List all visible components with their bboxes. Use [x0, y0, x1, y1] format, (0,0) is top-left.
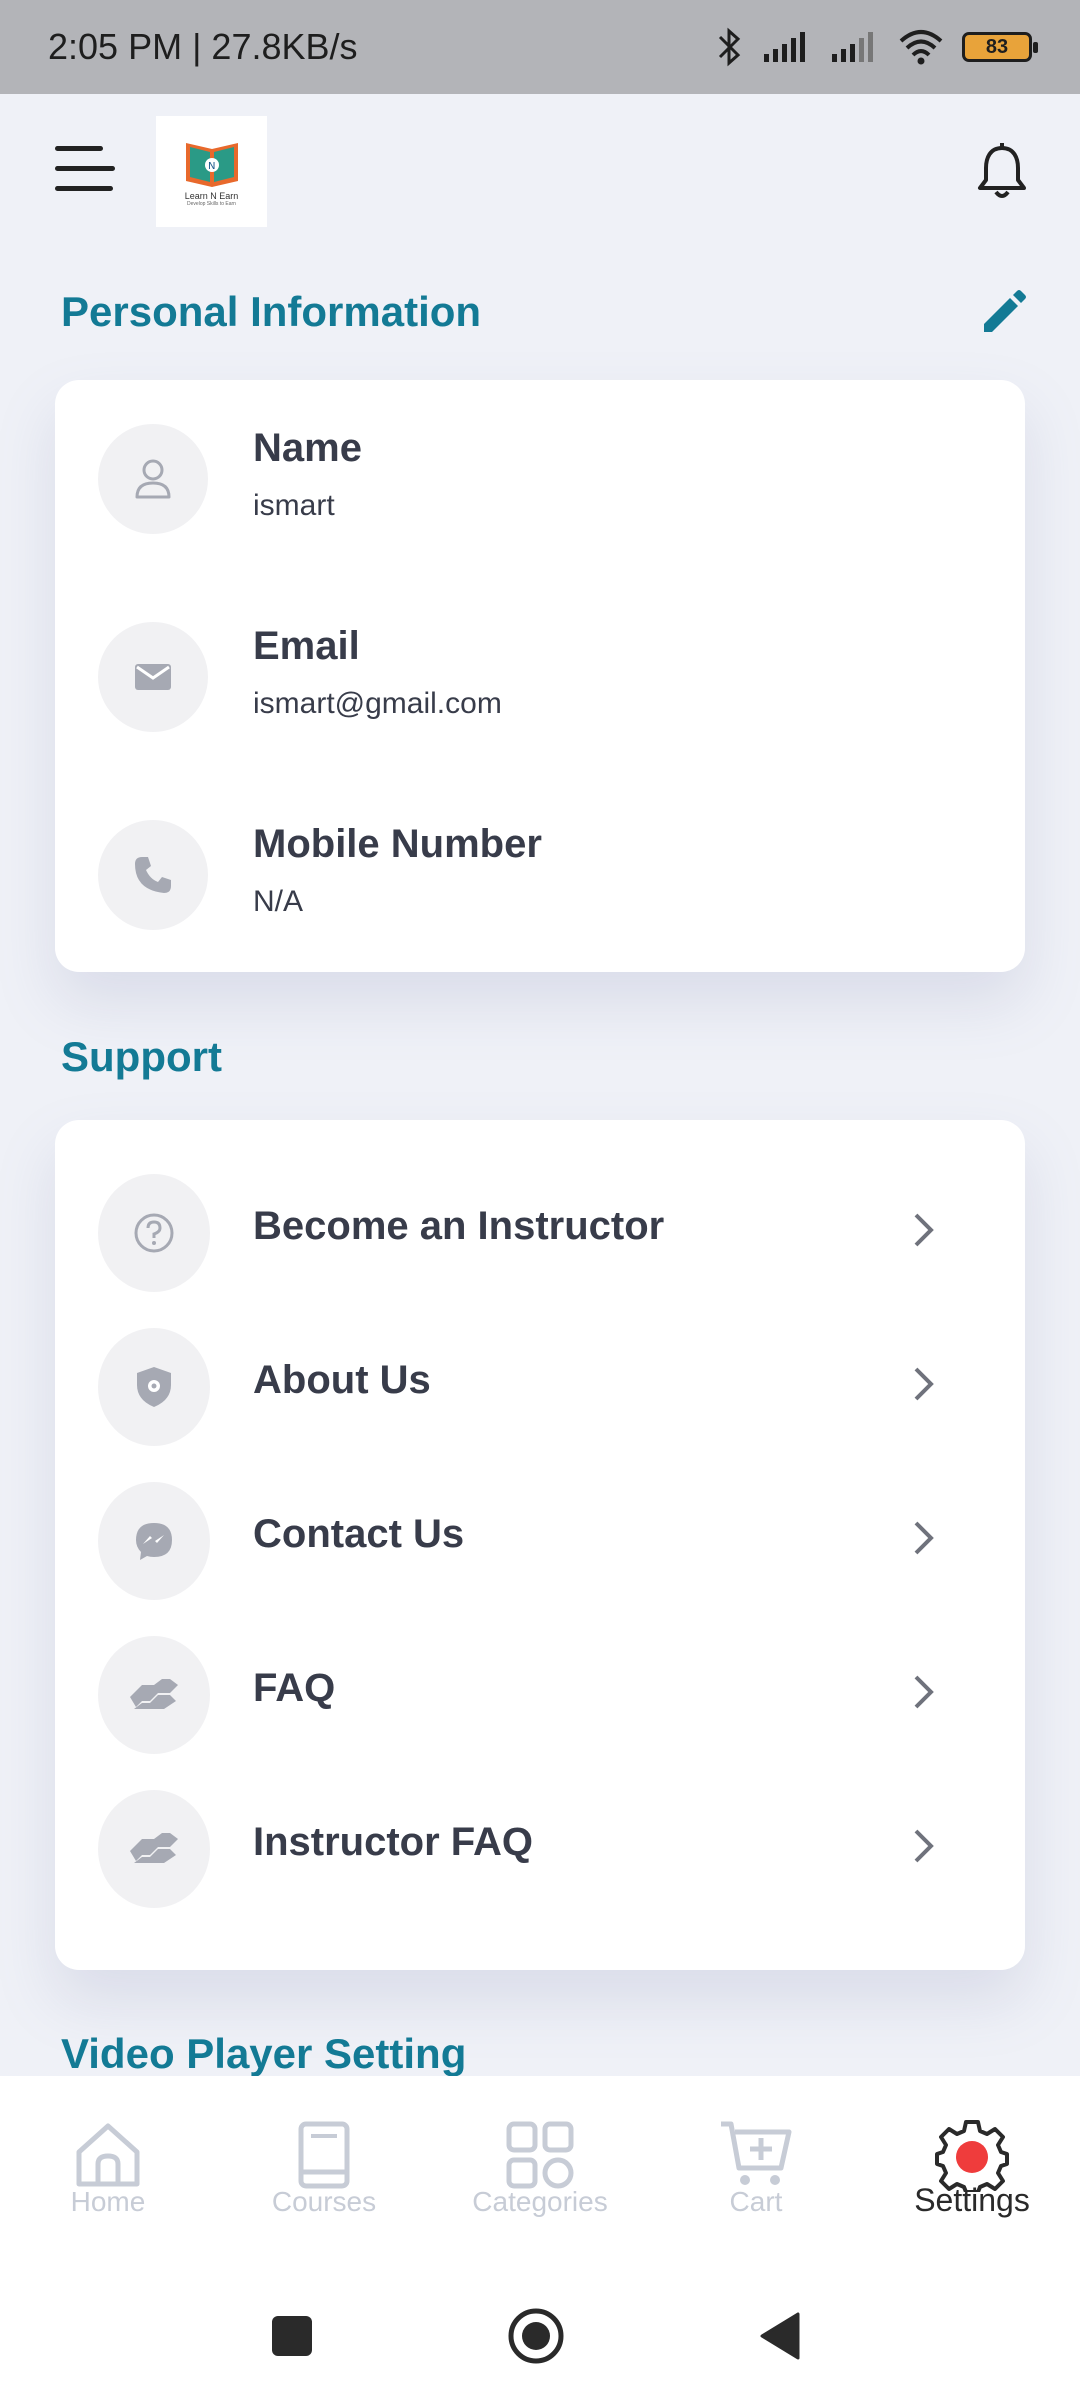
recent-apps-button[interactable] [262, 2306, 322, 2366]
mail-icon [135, 664, 171, 690]
name-value: ismart [253, 489, 335, 522]
bottom-navigation: Home Courses Categories Cart Settings [0, 2076, 1080, 2276]
contact-icon-circle [98, 1482, 210, 1600]
status-bar: 2:05 PM | 27.8KB/s 83 [0, 0, 1080, 94]
question-icon [134, 1213, 174, 1253]
nav-label: Home [70, 2186, 146, 2217]
back-triangle-icon [760, 2312, 800, 2360]
chevron-right-icon [914, 1213, 934, 1247]
info-row-name: Name ismart [55, 404, 1025, 554]
signal-2-icon [832, 32, 873, 62]
nav-label: Categories [472, 2186, 608, 2217]
instructor-faq-icon-circle [98, 1790, 210, 1908]
personal-info-card: Name ismart Email ismart@gmail.com Mobil… [55, 380, 1025, 972]
battery-level: 83 [985, 35, 1009, 58]
status-time: 2:05 PM | 27.8KB/s [48, 26, 358, 67]
nav-cart[interactable]: Cart [648, 2076, 864, 2276]
messenger-icon [136, 1523, 172, 1560]
support-item-label: Instructor FAQ [253, 1820, 534, 1864]
video-setting-title: Video Player Setting [61, 2030, 467, 2077]
phone-icon [135, 857, 171, 893]
home-button[interactable] [506, 2306, 566, 2366]
personal-info-title: Personal Information [61, 288, 482, 335]
nav-categories[interactable]: Categories [432, 2076, 648, 2276]
square-icon [272, 2316, 312, 2356]
nav-settings[interactable]: Settings [864, 2076, 1080, 2276]
support-card: Become an Instructor About Us Contact Us [55, 1120, 1025, 1970]
support-item-label: FAQ [253, 1666, 336, 1710]
bluetooth-icon [718, 27, 741, 67]
chevron-right-icon [914, 1829, 934, 1863]
edit-icon[interactable] [978, 288, 1028, 338]
email-value: ismart@gmail.com [253, 687, 502, 720]
system-navigation-bar [0, 2276, 1080, 2400]
mobile-label: Mobile Number [253, 822, 542, 866]
support-item-about-us[interactable]: About Us [55, 1306, 1025, 1460]
book-icon [298, 2121, 350, 2189]
support-item-label: About Us [253, 1358, 431, 1402]
support-title: Support [61, 1033, 222, 1080]
support-item-faq[interactable]: FAQ [55, 1614, 1025, 1768]
instructor-icon-circle [98, 1174, 210, 1292]
user-icon [135, 459, 171, 499]
app-bar: N Learn N Earn Develop Skills to Earn [0, 94, 1080, 254]
cart-icon [721, 2121, 792, 2185]
name-label: Name [253, 426, 362, 470]
menu-button[interactable] [55, 146, 115, 194]
name-icon-circle [98, 424, 208, 534]
about-icon-circle [98, 1328, 210, 1446]
faq-icon-circle [98, 1636, 210, 1754]
email-icon-circle [98, 622, 208, 732]
phone-icon-circle [98, 820, 208, 930]
chevron-right-icon [914, 1367, 934, 1401]
support-item-become-instructor[interactable]: Become an Instructor [55, 1152, 1025, 1306]
info-row-email: Email ismart@gmail.com [55, 602, 1025, 752]
nav-label: Cart [729, 2186, 783, 2217]
home-icon [76, 2123, 140, 2187]
shield-icon [137, 1367, 171, 1407]
nav-courses[interactable]: Courses [216, 2076, 432, 2276]
chevron-right-icon [914, 1521, 934, 1555]
support-item-instructor-faq[interactable]: Instructor FAQ [55, 1768, 1025, 1922]
nav-home[interactable]: Home [0, 2076, 216, 2276]
circle-home-icon [508, 2308, 564, 2364]
email-label: Email [253, 624, 360, 668]
support-item-contact-us[interactable]: Contact Us [55, 1460, 1025, 1614]
menu-line [55, 186, 113, 191]
notification-bell-icon[interactable] [974, 142, 1030, 202]
logo-title: Learn N Earn [184, 190, 239, 201]
menu-line [55, 166, 115, 171]
logo-book-icon: N [185, 142, 238, 187]
support-item-label: Become an Instructor [253, 1204, 665, 1248]
app-logo[interactable]: N Learn N Earn Develop Skills to Earn [156, 116, 267, 227]
wifi-icon [899, 30, 943, 65]
svg-text:N: N [208, 161, 215, 172]
menu-line [55, 146, 103, 151]
back-button[interactable] [752, 2306, 812, 2366]
grid-icon [506, 2121, 574, 2189]
info-row-mobile: Mobile Number N/A [55, 800, 1025, 950]
support-item-label: Contact Us [253, 1512, 465, 1556]
battery-indicator: 83 [962, 32, 1038, 62]
mobile-value: N/A [253, 885, 304, 918]
signal-icon [764, 32, 805, 62]
gear-icon [935, 2120, 1009, 2192]
logo-subtitle: Develop Skills to Earn [187, 200, 236, 207]
chevron-right-icon [914, 1675, 934, 1709]
nav-label: Settings [914, 2182, 1030, 2218]
nav-label: Courses [271, 2186, 377, 2217]
handshake-icon [130, 1833, 178, 1863]
handshake-icon [130, 1679, 178, 1709]
